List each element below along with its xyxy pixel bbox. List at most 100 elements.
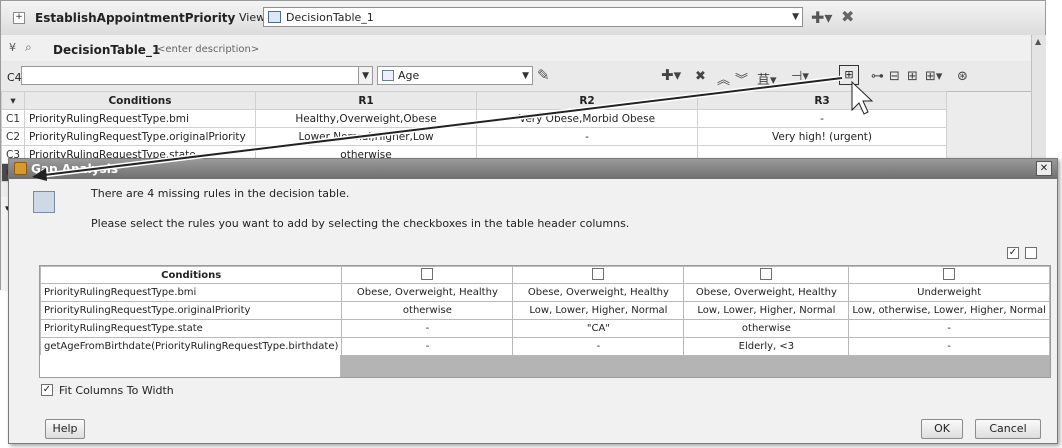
variable-icon bbox=[382, 70, 394, 81]
table-header-row: ▾ Conditions R1 R2 R3 bbox=[0, 91, 948, 110]
rule-name: EstablishAppointmentPriority bbox=[35, 11, 236, 25]
missing-rules-message: There are 4 missing rules in the decisio… bbox=[91, 187, 350, 200]
rule-cell[interactable]: Very high! (urgent) bbox=[697, 127, 948, 146]
rule-cell[interactable]: Very Obese,Morbid Obese bbox=[476, 109, 699, 128]
table-row: PriorityRulingRequestType.originalPriori… bbox=[39, 301, 1050, 320]
table-row: PriorityRulingRequestType.state - "CA" o… bbox=[39, 319, 1050, 338]
cell-dropdown[interactable]: ▼ bbox=[358, 66, 373, 85]
help-button[interactable]: Help bbox=[45, 419, 85, 439]
validate-icon[interactable]: ⊛ bbox=[957, 69, 968, 84]
table-row: C2 PriorityRulingRequestType.originalPri… bbox=[0, 127, 948, 146]
view-select[interactable]: DecisionTable_1 ▼ bbox=[263, 7, 803, 27]
rule-cell: Underweight bbox=[848, 283, 1050, 302]
ok-button[interactable]: OK bbox=[921, 419, 963, 439]
add-icon[interactable]: ✚▾ bbox=[661, 66, 681, 84]
columns-icon[interactable]: ⊞▾ bbox=[925, 69, 942, 84]
rule-cell: Obese, Overweight, Healthy bbox=[683, 283, 850, 302]
rule-cell[interactable]: - bbox=[476, 127, 699, 146]
rule-cell[interactable]: Lower,Normal,Higher,Low bbox=[255, 127, 478, 146]
decision-table-description[interactable]: <enter description> bbox=[157, 44, 259, 55]
condition-cell: PriorityRulingRequestType.state bbox=[39, 319, 343, 338]
rule-cell: - bbox=[848, 319, 1050, 338]
collapse-icon[interactable]: ¥ bbox=[9, 41, 16, 54]
rule-cell: Low, otherwise, Lower, Higher, Normal bbox=[848, 301, 1050, 320]
cell-expression-input[interactable] bbox=[21, 66, 373, 85]
condition-cell: getAgeFromBirthdate(PriorityRulingReques… bbox=[39, 337, 343, 356]
uncheck-all-checkbox[interactable] bbox=[1025, 247, 1037, 259]
fit-columns-checkbox[interactable]: ✓ bbox=[41, 384, 53, 396]
table-toolbar: C4: ▼ Age ▼ ✎ ✚▾ ✖ ︽ ︾ 苴▾ ⊣▾ ⊞ ⊶ ⊟ ⊞ ⊞▾ … bbox=[1, 61, 1031, 92]
decision-table-name: DecisionTable_1 bbox=[53, 43, 161, 57]
chevron-down-icon[interactable]: ▼ bbox=[792, 12, 799, 22]
check-all-checkbox[interactable]: ✓ bbox=[1007, 247, 1019, 259]
table-row: C1 PriorityRulingRequestType.bmi Healthy… bbox=[0, 109, 948, 128]
condition-cell[interactable]: PriorityRulingRequestType.originalPriori… bbox=[24, 127, 257, 146]
table-row: PriorityRulingRequestType.bmi Obese, Ove… bbox=[39, 283, 1050, 302]
decision-table-icon bbox=[268, 11, 281, 23]
chevron-down-icon: ▼ bbox=[362, 71, 369, 81]
instruction-message: Please select the rules you want to add … bbox=[91, 217, 630, 230]
pencil-icon[interactable]: ✎ bbox=[537, 66, 550, 84]
compact-table-icon[interactable]: ⊟ bbox=[889, 69, 900, 84]
rule-cell[interactable]: Healthy,Overweight,Obese bbox=[255, 109, 478, 128]
close-icon[interactable]: ✕ bbox=[1036, 161, 1052, 176]
move-up-icon[interactable]: ︽ bbox=[717, 69, 730, 88]
chevron-down-icon: ▼ bbox=[522, 71, 529, 81]
condition-cell[interactable]: PriorityRulingRequestType.bmi bbox=[24, 109, 257, 128]
row-id: C1 bbox=[0, 109, 26, 128]
merge-table-icon[interactable]: ⊣▾ bbox=[791, 69, 809, 84]
gap-table-container: Conditions PriorityRulingRequestType.bmi… bbox=[39, 265, 1051, 378]
rule-cell: Elderly, <3 bbox=[683, 337, 850, 356]
rule-checkbox[interactable] bbox=[592, 267, 605, 280]
row-id: C2 bbox=[0, 127, 26, 146]
rule-cell: otherwise bbox=[341, 301, 514, 320]
delete-icon[interactable]: ✖ bbox=[841, 7, 854, 26]
search-icon[interactable]: ⌕ bbox=[25, 40, 32, 55]
rule-cell: Obese, Overweight, Healthy bbox=[512, 283, 685, 302]
rule-header[interactable]: R3 bbox=[697, 91, 948, 110]
table-blank-cell bbox=[40, 355, 341, 377]
app-icon bbox=[14, 162, 27, 175]
delete-icon[interactable]: ✖ bbox=[695, 69, 706, 84]
table-icon[interactable]: ⊞ bbox=[907, 69, 918, 84]
row-menu[interactable]: ▾ bbox=[0, 91, 26, 110]
variable-select-value: Age bbox=[398, 69, 420, 82]
scroll-up-icon[interactable]: ▲ bbox=[1035, 37, 1041, 46]
rule-select-header bbox=[683, 266, 850, 284]
rule-cell: otherwise bbox=[683, 319, 850, 338]
gap-rules-table: Conditions PriorityRulingRequestType.bmi… bbox=[39, 266, 1050, 356]
rule-cell: Obese, Overweight, Healthy bbox=[341, 283, 514, 302]
add-icon[interactable]: ✚▾ bbox=[811, 8, 832, 27]
rule-select-header bbox=[512, 266, 685, 284]
rule-select-header bbox=[341, 266, 514, 284]
table-header-row: Conditions bbox=[39, 266, 1050, 284]
binoculars-icon[interactable]: ⊶ bbox=[871, 69, 884, 84]
view-select-value: DecisionTable_1 bbox=[286, 11, 374, 24]
conditions-header: Conditions bbox=[39, 266, 343, 284]
conditions-header: Conditions bbox=[24, 91, 257, 110]
cancel-button[interactable]: Cancel bbox=[975, 419, 1041, 439]
rule-checkbox[interactable] bbox=[760, 267, 773, 280]
variable-select[interactable]: Age ▼ bbox=[377, 66, 533, 85]
rule-checkbox[interactable] bbox=[421, 267, 434, 280]
condition-cell: PriorityRulingRequestType.originalPriori… bbox=[39, 301, 343, 320]
dialog-title-bar[interactable]: Gap Analysis ✕ bbox=[9, 159, 1057, 179]
decision-table-header: ¥ ⌕ DecisionTable_1 <enter description> bbox=[1, 35, 1031, 62]
rule-cell: - bbox=[512, 337, 685, 356]
dialog-title: Gap Analysis bbox=[31, 162, 118, 176]
split-table-icon[interactable]: 苴▾ bbox=[757, 69, 777, 88]
rule-header[interactable]: R1 bbox=[255, 91, 478, 110]
table-row: getAgeFromBirthdate(PriorityRulingReques… bbox=[39, 337, 1050, 356]
rule-cell: - bbox=[341, 319, 514, 338]
condition-cell: PriorityRulingRequestType.bmi bbox=[39, 283, 343, 302]
rule-cell: Low, Lower, Higher, Normal bbox=[512, 301, 685, 320]
expand-icon[interactable]: + bbox=[13, 12, 25, 24]
gap-analysis-icon[interactable]: ⊞ bbox=[839, 65, 859, 85]
gap-analysis-icon bbox=[33, 191, 55, 213]
rule-checkbox[interactable] bbox=[943, 267, 956, 280]
move-down-icon[interactable]: ︾ bbox=[735, 69, 748, 88]
rule-cell: Low, Lower, Higher, Normal bbox=[683, 301, 850, 320]
rule-cell[interactable]: - bbox=[697, 109, 948, 128]
rule-header[interactable]: R2 bbox=[476, 91, 699, 110]
fit-columns-label[interactable]: Fit Columns To Width bbox=[59, 384, 174, 397]
